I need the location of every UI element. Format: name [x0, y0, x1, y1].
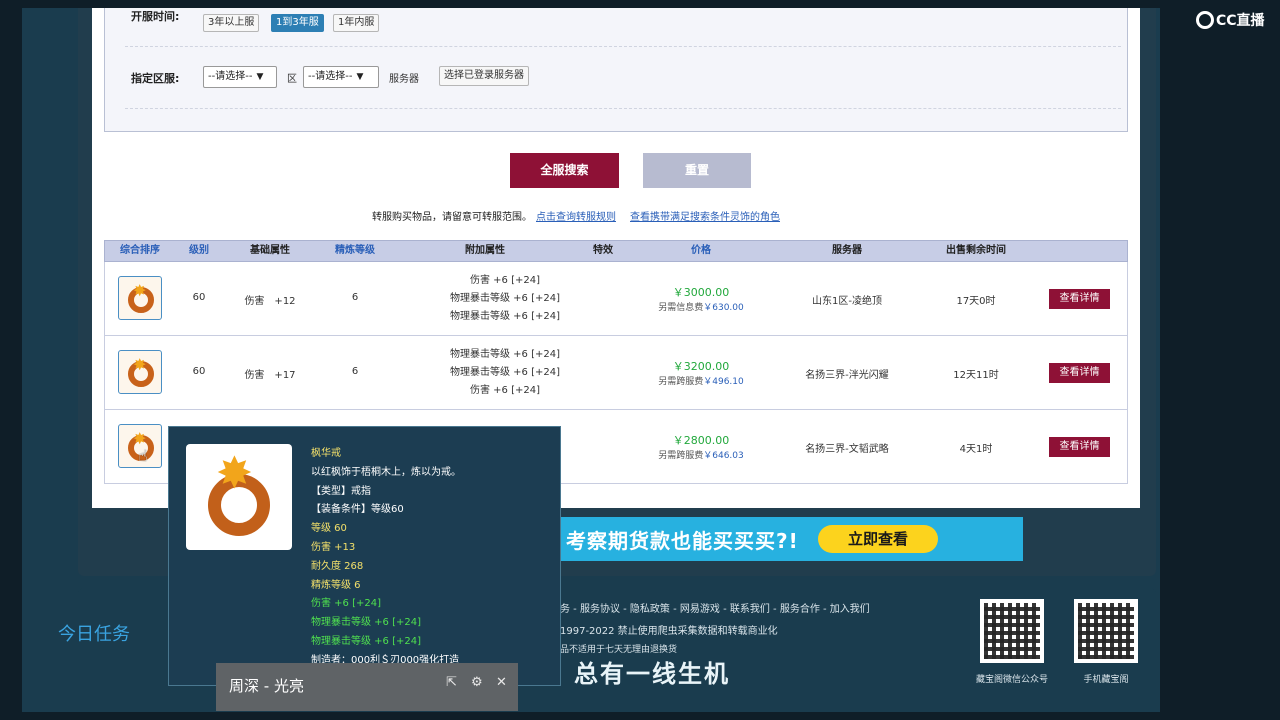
footer-slogan: 总有一线生机	[574, 660, 730, 688]
song-title: 周深 - 光亮	[229, 677, 304, 695]
cell-remaining: 4天1时	[959, 444, 993, 455]
server-age-label: 开服时间:	[131, 10, 180, 23]
mobile-qr-label: 手机藏宝阁	[1083, 675, 1129, 685]
item-desc: 以红枫饰于梧桐木上，炼以为戒。	[311, 466, 461, 478]
th-sort[interactable]: 综合排序	[109, 241, 171, 261]
item-bonus: 物理暴击等级 +6 [+24]	[311, 617, 422, 629]
maple-leaf-icon: ✸	[133, 355, 147, 374]
cell-price: ￥3200.00 另需跨服费￥496.10	[658, 360, 744, 387]
maple-leaf-icon: ✸	[133, 281, 147, 300]
cell-level: 60	[192, 292, 206, 303]
cell-server: 名扬三界-泮光闪耀	[805, 370, 889, 381]
item-bonus: 伤害 +6 [+24]	[311, 598, 382, 610]
cc-logo-icon	[1196, 11, 1214, 29]
item-damage: 伤害 +13	[311, 541, 356, 553]
th-extra-attr: 附加属性	[465, 245, 505, 256]
filter-box: 开服时间: 3年以上服 1到3年服 1年内服 指定区服: --请选择-- ▼ 区 …	[104, 8, 1128, 132]
server-age-option-3plus[interactable]: 3年以上服	[203, 14, 260, 32]
item-type: 【类型】戒指	[311, 485, 371, 497]
chevron-down-icon: ▼	[356, 72, 364, 82]
th-level[interactable]: 级别	[179, 241, 219, 261]
view-detail-button[interactable]: 查看详情	[1049, 437, 1110, 457]
server-unit: 服务器	[389, 74, 419, 85]
table-row: ✸ 60 伤害 +12 6 伤害 +6 [+24] 物理暴击等级 +6 [+24…	[104, 262, 1128, 336]
daily-task-label[interactable]: 今日任务	[58, 620, 130, 646]
item-requirement: 【装备条件】等级60	[311, 504, 404, 516]
cell-extra-attrs: 物理暴击等级 +6 [+24] 物理暴击等级 +6 [+24] 伤害 +6 [+…	[449, 349, 560, 396]
banner-view-button[interactable]: 立即查看	[818, 525, 938, 553]
zone-select-server[interactable]: --请选择-- ▼	[303, 66, 379, 88]
item-thumbnail[interactable]: ✸	[118, 350, 162, 394]
item-image: ✸	[186, 444, 292, 550]
zone-unit: 区	[287, 74, 297, 85]
th-refine[interactable]: 精炼等级	[319, 241, 391, 261]
cell-refine: 6	[351, 366, 359, 377]
pin-icon[interactable]: ⇱	[446, 675, 457, 690]
item-name: 枫华戒	[311, 448, 341, 459]
tooltip-text: 枫华戒 以红枫饰于梧桐木上，炼以为戒。 【类型】戒指 【装备条件】等级60 等级…	[311, 445, 461, 671]
cell-level: 60	[192, 366, 206, 377]
view-roles-link[interactable]: 查看携带满足搜索条件灵饰的角色	[630, 212, 780, 223]
th-server: 服务器	[832, 245, 862, 256]
choose-logged-server-button[interactable]: 选择已登录服务器	[439, 66, 529, 86]
transfer-rules-link[interactable]: 点击查询转服规则	[536, 212, 616, 223]
cc-live-logo: CC直播	[1196, 10, 1265, 30]
cell-remaining: 12天11时	[953, 370, 999, 381]
server-age-option-within1[interactable]: 1年内服	[333, 14, 380, 32]
cell-server: 山东1区-凌绝顶	[812, 296, 882, 307]
cell-extra-attrs: 伤害 +6 [+24] 物理暴击等级 +6 [+24] 物理暴击等级 +6 [+…	[449, 275, 560, 322]
cell-refine: 6	[351, 292, 359, 303]
maple-leaf-icon: ✸	[216, 448, 253, 499]
table-header: 综合排序 级别 基础属性 精炼等级 附加属性 特效 价格 服务器 出售剩余时间	[104, 240, 1128, 262]
hand-cursor-icon: ☝	[138, 446, 148, 465]
divider	[125, 46, 1121, 47]
divider	[125, 108, 1121, 109]
zone-label: 指定区服:	[131, 72, 180, 85]
music-toast: 周深 - 光亮 ⇱ ⚙ ✕	[216, 663, 518, 711]
footer-copyright: 1997-2022 禁止使用爬虫采集数据和转载商业化	[560, 626, 778, 637]
view-detail-button[interactable]: 查看详情	[1049, 289, 1110, 309]
item-bonus: 物理暴击等级 +6 [+24]	[311, 635, 422, 647]
item-tooltip: ✸ 枫华戒 以红枫饰于梧桐木上，炼以为戒。 【类型】戒指 【装备条件】等级60 …	[168, 426, 561, 686]
cell-base-attr: 伤害 +17	[244, 370, 296, 381]
th-effect: 特效	[593, 245, 613, 256]
item-thumbnail[interactable]: ✸	[118, 276, 162, 320]
server-age-option-1to3[interactable]: 1到3年服	[271, 14, 324, 32]
reset-button[interactable]: 重置	[643, 153, 751, 188]
item-refine: 精炼等级 6	[311, 579, 361, 591]
cell-price: ￥3000.00 另需信息费￥630.00	[658, 286, 744, 313]
cell-base-attr: 伤害 +12	[244, 296, 296, 307]
view-detail-button[interactable]: 查看详情	[1049, 363, 1110, 383]
th-price[interactable]: 价格	[671, 241, 731, 261]
wechat-qr-code	[980, 599, 1044, 663]
cell-remaining: 17天0时	[956, 296, 996, 307]
gear-icon[interactable]: ⚙	[471, 675, 483, 690]
transfer-notice: 转服购买物品，请留意可转服范围。 点击查询转服规则 查看携带满足搜索条件灵饰的角色	[372, 212, 780, 223]
item-level: 等级 60	[311, 523, 347, 535]
th-remaining[interactable]: 出售剩余时间	[931, 241, 1021, 261]
th-base-attr: 基础属性	[250, 245, 290, 256]
zone-select-region[interactable]: --请选择-- ▼	[203, 66, 277, 88]
search-all-button[interactable]: 全服搜索	[510, 153, 619, 188]
footer-links[interactable]: 务 - 服务协议 - 隐私政策 - 网易游戏 - 联系我们 - 服务合作 - 加…	[560, 600, 870, 615]
wechat-qr-label: 藏宝阁微信公众号	[975, 675, 1048, 685]
mobile-qr-code	[1074, 599, 1138, 663]
banner-text: 考察期货款也能买买买?!	[566, 529, 799, 553]
close-icon[interactable]: ✕	[496, 675, 507, 690]
cell-server: 名扬三界-文韬武略	[805, 444, 889, 455]
item-durability: 耐久度 268	[311, 560, 364, 572]
cell-price: ￥2800.00 另需跨服费￥646.03	[658, 434, 744, 461]
table-row: ✸ 60 伤害 +17 6 物理暴击等级 +6 [+24] 物理暴击等级 +6 …	[104, 336, 1128, 410]
chevron-down-icon: ▼	[256, 72, 264, 82]
promo-banner[interactable]: 考察期货款也能买买买?! 立即查看	[560, 517, 1023, 561]
